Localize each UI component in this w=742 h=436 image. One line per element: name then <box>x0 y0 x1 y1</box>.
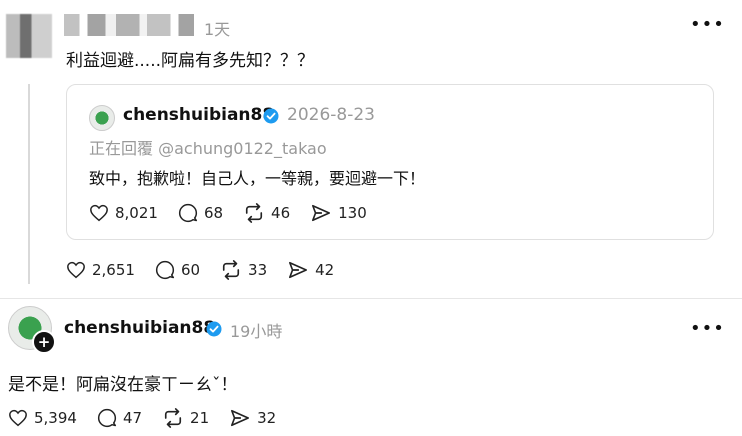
share-count: 32 <box>257 409 277 427</box>
post-text: 是不是！阿扁沒在豪ㄒㄧㄠˇ！ <box>8 375 238 395</box>
comment-icon <box>178 203 198 223</box>
share-button[interactable]: 130 <box>310 203 367 223</box>
like-button[interactable]: 2,651 <box>66 261 135 279</box>
more-options-icon[interactable]: ••• <box>690 14 725 35</box>
share-button[interactable]: 42 <box>287 260 334 280</box>
quoted-date[interactable]: 2026-8-23 <box>287 105 375 125</box>
post-text: 利益迴避.....阿扁有多先知？？？ <box>66 51 315 71</box>
repost-button[interactable]: 33 <box>220 260 267 280</box>
share-icon <box>231 409 250 427</box>
comment-icon <box>97 408 117 428</box>
heart-icon <box>90 204 108 222</box>
quoted-text: 致中，抱歉啦！自己人，一等親，要迴避一下！ <box>89 169 426 188</box>
repost-button[interactable]: 46 <box>243 203 290 223</box>
like-count: 8,021 <box>115 204 158 222</box>
repost-count: 21 <box>190 409 210 427</box>
username-blurred[interactable] <box>64 14 194 36</box>
post-actions: 5,394 47 21 32 <box>8 408 296 428</box>
repost-count: 46 <box>271 204 291 222</box>
comment-icon <box>155 260 175 280</box>
comment-button[interactable]: 47 <box>97 408 142 428</box>
verified-badge-icon <box>263 108 279 124</box>
comment-count: 68 <box>203 204 224 222</box>
comment-count: 47 <box>122 409 143 427</box>
post-time[interactable]: 19小時 <box>230 318 282 342</box>
more-options-icon[interactable]: ••• <box>690 318 725 339</box>
post-username[interactable]: chenshuibian88 <box>64 318 215 338</box>
share-icon <box>289 261 308 279</box>
thread-line <box>28 84 30 284</box>
like-count: 2,651 <box>92 261 135 279</box>
quoted-post-card[interactable]: chenshuibian88 2026-8-23 正在回覆 @achung012… <box>66 84 714 240</box>
heart-icon <box>67 261 85 279</box>
repost-icon <box>164 408 182 428</box>
post-divider <box>0 298 742 299</box>
like-button[interactable]: 5,394 <box>8 409 77 427</box>
post-time[interactable]: 1天 <box>204 16 230 40</box>
like-button[interactable]: 8,021 <box>89 204 158 222</box>
like-count: 5,394 <box>34 409 77 427</box>
quoted-username[interactable]: chenshuibian88 <box>123 105 274 125</box>
repost-count: 33 <box>248 261 268 279</box>
repost-button[interactable]: 21 <box>162 408 209 428</box>
post-actions: 2,651 60 33 42 <box>66 260 354 280</box>
repost-icon <box>245 203 263 223</box>
replying-to[interactable]: 正在回覆 @achung0122_takao <box>89 135 327 159</box>
comment-count: 60 <box>180 261 201 279</box>
comment-button[interactable]: 68 <box>178 203 223 223</box>
avatar-blurred[interactable] <box>6 14 52 58</box>
quoted-avatar[interactable] <box>89 105 115 131</box>
share-icon <box>312 204 331 222</box>
comment-button[interactable]: 60 <box>155 260 200 280</box>
share-button[interactable]: 32 <box>229 408 276 428</box>
quoted-actions: 8,021 68 46 130 <box>89 203 387 223</box>
share-count: 130 <box>338 204 367 222</box>
plus-icon[interactable]: + <box>32 330 56 354</box>
verified-badge-icon <box>206 321 222 337</box>
heart-icon <box>9 409 27 427</box>
repost-icon <box>222 260 240 280</box>
share-count: 42 <box>315 261 335 279</box>
